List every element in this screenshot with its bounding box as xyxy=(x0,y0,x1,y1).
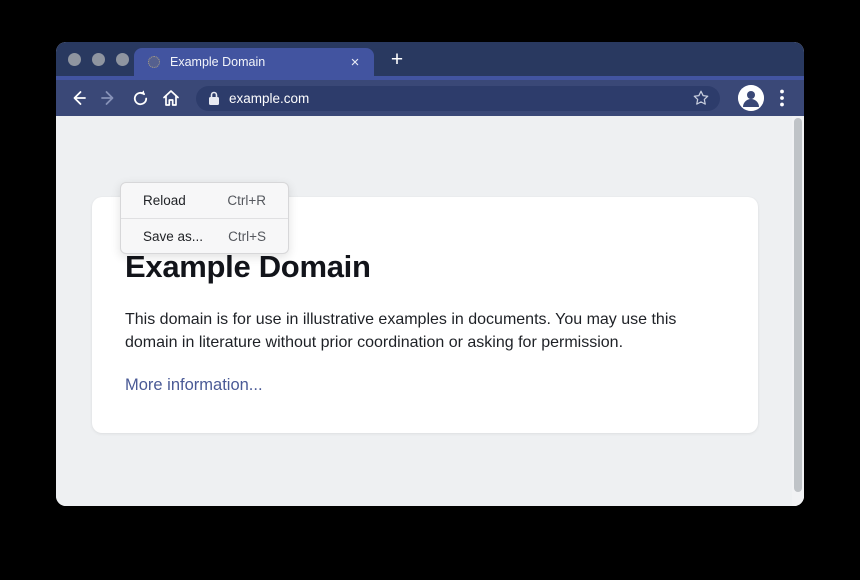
menu-item-reload[interactable]: Reload Ctrl+R xyxy=(121,183,288,218)
scrollbar-track[interactable] xyxy=(792,116,804,506)
person-icon xyxy=(738,85,764,111)
browser-toolbar: example.com xyxy=(56,80,804,116)
three-dots-icon xyxy=(780,89,784,107)
page-title: Example Domain xyxy=(125,249,758,285)
home-icon xyxy=(161,88,181,108)
tab-favicon-icon xyxy=(148,56,160,68)
profile-avatar-button[interactable] xyxy=(738,85,764,111)
browser-menu-button[interactable] xyxy=(770,85,794,111)
back-button[interactable] xyxy=(64,84,92,112)
window-controls xyxy=(68,53,129,66)
home-button[interactable] xyxy=(157,84,185,112)
reload-icon xyxy=(131,89,150,108)
menu-item-label: Reload xyxy=(143,193,186,208)
new-tab-button[interactable]: + xyxy=(382,46,412,74)
window-zoom-button[interactable] xyxy=(116,53,129,66)
back-arrow-icon xyxy=(68,88,88,108)
lock-icon xyxy=(208,91,220,106)
reload-button[interactable] xyxy=(126,84,154,112)
bookmark-star-icon[interactable] xyxy=(692,89,710,107)
menu-item-shortcut: Ctrl+S xyxy=(228,229,266,244)
forward-button[interactable] xyxy=(95,84,123,112)
tab-bar: Example Domain × + xyxy=(56,42,804,76)
menu-item-shortcut: Ctrl+R xyxy=(227,193,266,208)
window-minimize-button[interactable] xyxy=(92,53,105,66)
tab-example-domain[interactable]: Example Domain × xyxy=(134,48,374,76)
url-text[interactable]: example.com xyxy=(229,91,692,106)
window-close-button[interactable] xyxy=(68,53,81,66)
scrollbar-thumb[interactable] xyxy=(794,118,802,492)
tab-close-icon[interactable]: × xyxy=(346,53,364,71)
page-viewport: Example Domain This domain is for use in… xyxy=(56,116,804,506)
page-paragraph: This domain is for use in illustrative e… xyxy=(125,309,717,354)
forward-arrow-icon xyxy=(99,88,119,108)
more-information-link[interactable]: More information... xyxy=(125,376,263,395)
tab-title: Example Domain xyxy=(170,55,346,69)
context-menu: Reload Ctrl+R Save as... Ctrl+S xyxy=(120,182,289,254)
menu-item-label: Save as... xyxy=(143,229,203,244)
url-bar[interactable]: example.com xyxy=(196,86,720,111)
browser-window: Example Domain × + xyxy=(56,42,804,506)
menu-item-save-as[interactable]: Save as... Ctrl+S xyxy=(121,218,288,253)
